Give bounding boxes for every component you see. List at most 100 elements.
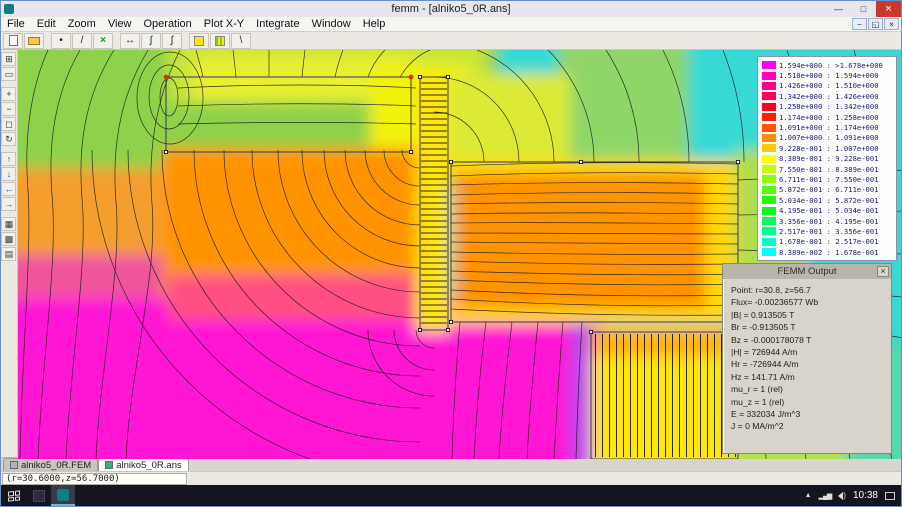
new-file-icon [8,35,18,46]
zoom-in-button[interactable]: + [1,87,17,101]
legend-color-swatch [762,196,776,205]
tab-ans-file[interactable]: alniko5_0R.ans [98,458,189,471]
network-icon[interactable]: ▂▄▆ [819,492,833,500]
menu-integrate[interactable]: Integrate [250,17,305,31]
output-line: Flux= -0.00236577 Wb [731,297,819,308]
grid-toggle-button[interactable]: ▦ [1,217,17,231]
cursor-coordinates: (r=30.6000,z=56.7000) [2,472,187,485]
output-line: Point: r=30.8, z=56.7 [731,285,811,295]
taskbar-femm-icon[interactable] [51,485,75,506]
legend-range-label: 6.711e-001 : 7.550e-001 [779,174,879,184]
grid-settings-button[interactable]: ▤ [1,247,17,261]
new-file-button[interactable] [3,32,23,49]
legend-row: 6.711e-001 : 7.550e-001 [762,174,892,184]
taskbar-app-icon[interactable] [27,485,51,506]
node-tool-button[interactable]: • [51,32,71,49]
zoom-window-button[interactable]: ◻ [1,117,17,131]
menu-edit[interactable]: Edit [31,17,62,31]
menu-file[interactable]: File [1,17,31,31]
mdi-minimize-button[interactable]: − [852,18,867,30]
open-file-button[interactable] [24,32,44,49]
zoom-extents-button[interactable]: ↻ [1,132,17,146]
legend-row: 1.678e-001 : 2.517e-001 [762,237,892,247]
pan-right-button[interactable]: → [1,197,17,211]
menu-help[interactable]: Help [357,17,392,31]
titlebar[interactable]: femm - [alniko5_0R.ans] — □ × [1,1,901,17]
femm-output-title: FEMM Output [777,266,837,277]
tab-fem-label: alniko5_0R.FEM [21,459,92,471]
menu-plot-xy[interactable]: Plot X-Y [198,17,250,31]
menu-view[interactable]: View [102,17,138,31]
legend-row: 1.594e+000 : >1.678e+000 [762,60,892,70]
close-button[interactable]: × [876,1,901,17]
window-title: femm - [alniko5_0R.ans] [391,3,511,15]
menu-zoom[interactable]: Zoom [62,17,102,31]
legend-color-swatch [762,248,776,257]
legend-range-label: 8.389e-001 : 9.228e-001 [779,154,879,164]
legend-range-label: 1.174e+000 : 1.258e+000 [779,112,879,122]
zoom-keyboard-button[interactable]: ▭ [1,67,17,81]
legend-row: 5.034e-001 : 5.872e-001 [762,195,892,205]
plot-canvas[interactable]: 1.594e+000 : >1.678e+000 1.510e+000 : 1.… [17,50,901,459]
legend-range-label: 3.356e-001 : 4.195e-001 [779,216,879,226]
action-center-icon[interactable] [885,491,895,500]
mdi-close-button[interactable]: × [884,18,899,30]
mesh-delete-button[interactable]: × [93,32,113,49]
legend-color-swatch [762,133,776,142]
legend-color-swatch [762,92,776,101]
legend-row: 8.389e-001 : 9.228e-001 [762,154,892,164]
legend-range-label: 1.594e+000 : >1.678e+000 [779,60,883,70]
zoom-natural-button[interactable]: ⊞ [1,52,17,66]
pan-up-button[interactable]: ↑ [1,152,17,166]
legend-color-swatch [762,154,776,163]
block-integral-button[interactable]: ∫ [141,32,161,49]
pan-down-button[interactable]: ↓ [1,167,17,181]
legend-range-label: 9.228e-001 : 1.007e+000 [779,143,879,153]
legend-range-label: 1.258e+000 : 1.342e+000 [779,102,879,112]
snap-grid-button[interactable]: ▩ [1,232,17,246]
femm-output-close-button[interactable]: × [877,266,889,277]
output-line: E = 332034 J/m^3 [731,409,801,420]
output-line: Bz = -0.000178078 T [731,334,812,345]
legend-color-swatch [762,61,776,70]
tray-expand-icon[interactable]: ▲ [805,492,812,499]
minimize-button[interactable]: — [826,1,851,17]
legend-color-swatch [762,81,776,90]
output-line: mu_z = 1 (rel) [731,396,785,407]
legend-row: 3.356e-001 : 4.195e-001 [762,216,892,226]
line-integral-button[interactable]: ∫ [162,32,182,49]
legend-row: 4.195e-001 : 5.034e-001 [762,205,892,215]
legend-row: 1.426e+000 : 1.510e+000 [762,81,892,91]
legend-range-label: 1.342e+000 : 1.426e+000 [779,91,879,101]
legend-range-label: 4.195e-001 : 5.034e-001 [779,206,879,216]
segment-tool-button[interactable]: / [72,32,92,49]
femm-output-titlebar[interactable]: FEMM Output × [723,264,891,279]
legend-row: 1.007e+000 : 1.091e+000 [762,133,892,143]
density-plot-button[interactable] [189,32,209,49]
mdi-restore-button[interactable]: ◱ [868,18,883,30]
statusbar: (r=30.6000,z=56.7000) [1,471,901,485]
toolbar: • / × ↔ ∫ ∫ \ [1,32,901,50]
legend-color-swatch [762,185,776,194]
vector-plot-button[interactable] [210,32,230,49]
output-line: mu_r = 1 (rel) [731,384,783,395]
start-button[interactable] [1,485,27,506]
tab-fem-file[interactable]: alniko5_0R.FEM [3,458,99,471]
legend-range-label: 7.550e-001 : 8.389e-001 [779,164,879,174]
clock[interactable]: 10:38 [853,490,878,501]
move-tool-button[interactable]: ↔ [120,32,140,49]
legend-row: 9.228e-001 : 1.007e+000 [762,143,892,153]
zoom-out-button[interactable]: − [1,102,17,116]
output-line: |B| = 0.913505 T [731,309,795,320]
menu-window[interactable]: Window [306,17,357,31]
legend-row: 1.342e+000 : 1.426e+000 [762,91,892,101]
document-tabbar: alniko5_0R.FEM alniko5_0R.ans [1,457,901,471]
menu-operation[interactable]: Operation [137,17,197,31]
maximize-button[interactable]: □ [851,1,876,17]
legend-row: 1.258e+000 : 1.342e+000 [762,102,892,112]
system-tray: ▲ ▂▄▆ ) 10:38 [805,490,901,501]
output-line: Hr = -726944 A/m [731,359,799,370]
volume-icon[interactable]: ) [838,491,846,500]
pan-left-button[interactable]: ← [1,182,17,196]
contour-plot-button[interactable]: \ [231,32,251,49]
